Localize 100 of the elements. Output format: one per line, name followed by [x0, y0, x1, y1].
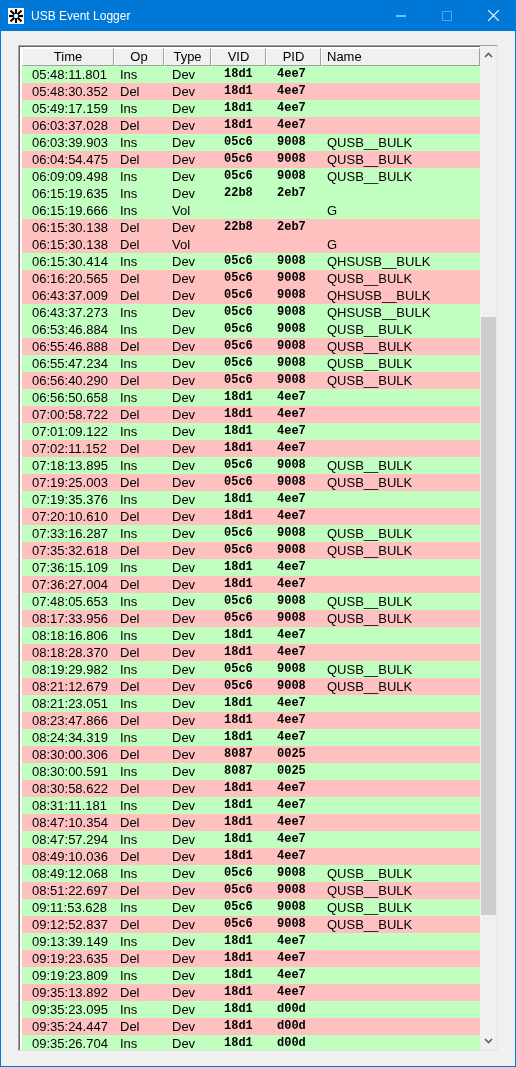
table-cell-text: Ins [119, 1035, 139, 1050]
table-cell-text: 18d1 [223, 100, 254, 117]
column-header[interactable]: Time [22, 48, 114, 66]
table-row[interactable]: 08:17:33.956 Del Dev 05c6 9008 QUSB__BULK [22, 610, 480, 627]
table-row[interactable]: 06:56:40.290 Del Dev 05c6 9008 QUSB__BULK [22, 372, 480, 389]
table-row[interactable]: 07:36:15.109 Ins Dev 18d1 4ee7 [22, 559, 480, 576]
table-row[interactable]: 06:43:37.273 Ins Dev 05c6 9008 QHSUSB__BULK [22, 304, 480, 321]
table-cell-text: 05c6 [223, 151, 254, 168]
vertical-scrollbar[interactable] [480, 46, 497, 1050]
table-row[interactable]: 09:35:24.447 Del Dev 18d1 d00d [22, 1018, 480, 1035]
scrollbar-thumb[interactable] [481, 317, 496, 915]
table-row[interactable]: 07:18:13.895 Ins Dev 05c6 9008 QUSB__BULK [22, 457, 480, 474]
column-header[interactable]: PID [266, 48, 321, 66]
table-row[interactable]: 05:49:17.159 Ins Dev 18d1 4ee7 [22, 100, 480, 117]
table-row[interactable]: 08:47:57.294 Ins Dev 18d1 4ee7 [22, 831, 480, 848]
table-cell-text: 9008 [276, 253, 307, 270]
table-row[interactable]: 08:19:29.982 Ins Dev 05c6 9008 QUSB__BULK [22, 661, 480, 678]
table-row[interactable]: 06:53:46.884 Ins Dev 05c6 9008 QUSB__BULK [22, 321, 480, 338]
table-cell-text: 18d1 [223, 984, 254, 1001]
table-cell-text: Del [119, 508, 141, 525]
table-row[interactable]: 06:15:30.138 Del Vol G [22, 236, 480, 253]
table-row[interactable]: 09:19:23.809 Ins Dev 18d1 4ee7 [22, 967, 480, 984]
table-row[interactable]: 08:21:12.679 Del Dev 05c6 9008 QUSB__BULK [22, 678, 480, 695]
table-row[interactable]: 06:15:19.635 Ins Dev 22b8 2eb7 [22, 185, 480, 202]
table-cell-text: Dev [171, 287, 197, 304]
table-cell-text: 05c6 [223, 253, 254, 270]
table-row[interactable]: 08:18:28.370 Del Dev 18d1 4ee7 [22, 644, 480, 661]
table-row[interactable]: 06:56:50.658 Ins Dev 18d1 4ee7 [22, 389, 480, 406]
table-row[interactable]: 06:09:09.498 Ins Dev 05c6 9008 QUSB__BULK [22, 168, 480, 185]
table-row[interactable]: 09:19:23.635 Del Dev 18d1 4ee7 [22, 950, 480, 967]
table-row[interactable]: 07:01:09.122 Ins Dev 18d1 4ee7 [22, 423, 480, 440]
table-cell-text: Ins [119, 491, 139, 508]
table-row[interactable]: 08:30:00.591 Ins Dev 8087 0025 [22, 763, 480, 780]
table-cell-text: 9008 [276, 270, 307, 287]
table-cell-text: 05c6 [223, 542, 254, 559]
table-row[interactable]: 06:43:37.009 Del Dev 05c6 9008 QHSUSB__BULK [22, 287, 480, 304]
table-cell-text: 05c6 [223, 134, 254, 151]
table-row[interactable]: 07:19:35.376 Ins Dev 18d1 4ee7 [22, 491, 480, 508]
table-row[interactable]: 06:03:39.903 Ins Dev 05c6 9008 QUSB__BULK [22, 134, 480, 151]
table-row[interactable]: 06:55:47.234 Ins Dev 05c6 9008 QUSB__BULK [22, 355, 480, 372]
table-cell-text: Del [119, 270, 141, 287]
table-row[interactable]: 06:15:30.414 Ins Dev 05c6 9008 QHSUSB__BULK [22, 253, 480, 270]
table-row[interactable]: 05:48:30.352 Del Dev 18d1 4ee7 [22, 83, 480, 100]
table-row[interactable]: 06:03:37.028 Del Dev 18d1 4ee7 [22, 117, 480, 134]
scroll-up-icon[interactable] [484, 52, 493, 58]
table-cell-text: 18d1 [223, 440, 254, 457]
table-row[interactable]: 09:11:53.628 Ins Dev 05c6 9008 QUSB__BULK [22, 899, 480, 916]
table-cell-text: QUSB__BULK [326, 542, 414, 559]
table-cell-text: d00d [276, 1001, 307, 1018]
table-row[interactable]: 06:15:30.138 Del Dev 22b8 2eb7 [22, 219, 480, 236]
table-cell-text: Dev [171, 1001, 197, 1018]
table-row[interactable]: 07:00:58.722 Del Dev 18d1 4ee7 [22, 406, 480, 423]
table-cell-text: 18d1 [223, 848, 254, 865]
table-cell-text: Dev [171, 134, 197, 151]
table-cell-text: 09:19:23.809 [31, 967, 109, 984]
table-row[interactable]: 07:48:05.653 Ins Dev 05c6 9008 QUSB__BULK [22, 593, 480, 610]
table-row[interactable]: 07:33:16.287 Ins Dev 05c6 9008 QUSB__BULK [22, 525, 480, 542]
scroll-down-icon[interactable] [484, 1038, 493, 1044]
table-cell-text: Ins [119, 865, 139, 882]
table-cell-text: 05c6 [223, 610, 254, 627]
table-row[interactable]: 07:20:10.610 Del Dev 18d1 4ee7 [22, 508, 480, 525]
column-header[interactable]: Name [321, 48, 480, 66]
table-row[interactable]: 08:30:58.622 Del Dev 18d1 4ee7 [22, 780, 480, 797]
table-row[interactable]: 08:18:16.806 Ins Dev 18d1 4ee7 [22, 627, 480, 644]
table-row[interactable]: 06:55:46.888 Del Dev 05c6 9008 QUSB__BULK [22, 338, 480, 355]
table-row[interactable]: 09:12:52.837 Del Dev 05c6 9008 QUSB__BULK [22, 916, 480, 933]
column-header[interactable]: Op [114, 48, 164, 66]
table-row[interactable]: 08:49:10.036 Del Dev 18d1 4ee7 [22, 848, 480, 865]
table-row[interactable]: 07:02:11.152 Del Dev 18d1 4ee7 [22, 440, 480, 457]
table-cell-text: 18d1 [223, 389, 254, 406]
table-row[interactable]: 08:51:22.697 Del Dev 05c6 9008 QUSB__BULK [22, 882, 480, 899]
table-row[interactable]: 08:24:34.319 Ins Dev 18d1 4ee7 [22, 729, 480, 746]
column-header[interactable]: VID [211, 48, 266, 66]
table-cell-text: 05c6 [223, 287, 254, 304]
table-cell-text: d00d [276, 1035, 307, 1050]
table-row[interactable]: 07:35:32.618 Del Dev 05c6 9008 QUSB__BULK [22, 542, 480, 559]
table-row[interactable]: 09:13:39.149 Ins Dev 18d1 4ee7 [22, 933, 480, 950]
table-row[interactable]: 08:21:23.051 Ins Dev 18d1 4ee7 [22, 695, 480, 712]
table-cell-text: 18d1 [223, 950, 254, 967]
table-row[interactable]: 08:31:11.181 Ins Dev 18d1 4ee7 [22, 797, 480, 814]
table-row[interactable]: 08:23:47.866 Del Dev 18d1 4ee7 [22, 712, 480, 729]
table-row[interactable]: 09:35:13.892 Del Dev 18d1 4ee7 [22, 984, 480, 1001]
table-row[interactable]: 09:35:23.095 Ins Dev 18d1 d00d [22, 1001, 480, 1018]
table-cell-text: QUSB__BULK [326, 865, 414, 882]
table-cell-text: 05c6 [223, 321, 254, 338]
table-row[interactable]: 06:16:20.565 Del Dev 05c6 9008 QUSB__BULK [22, 270, 480, 287]
table-row[interactable]: 05:48:11.801 Ins Dev 18d1 4ee7 [22, 66, 480, 83]
table-row[interactable]: 07:19:25.003 Del Dev 05c6 9008 QUSB__BULK [22, 474, 480, 491]
table-row[interactable]: 07:36:27.004 Del Dev 18d1 4ee7 [22, 576, 480, 593]
table-row[interactable]: 06:04:54.475 Del Dev 05c6 9008 QUSB__BULK [22, 151, 480, 168]
table-cell-text: Dev [171, 627, 197, 644]
table-cell-text: 4ee7 [276, 797, 307, 814]
table-row[interactable]: 06:15:19.666 Ins Vol G [22, 202, 480, 219]
table-cell-text: 4ee7 [276, 406, 307, 423]
table-row[interactable]: 08:49:12.068 Ins Dev 05c6 9008 QUSB__BULK [22, 865, 480, 882]
table-row[interactable]: 08:47:10.354 Del Dev 18d1 4ee7 [22, 814, 480, 831]
table-row[interactable]: 08:30:00.306 Del Dev 8087 0025 [22, 746, 480, 763]
table-row[interactable]: 09:35:26.704 Ins Dev 18d1 d00d [22, 1035, 480, 1050]
table-cell-text: QUSB__BULK [326, 134, 414, 151]
column-header[interactable]: Type [164, 48, 211, 66]
